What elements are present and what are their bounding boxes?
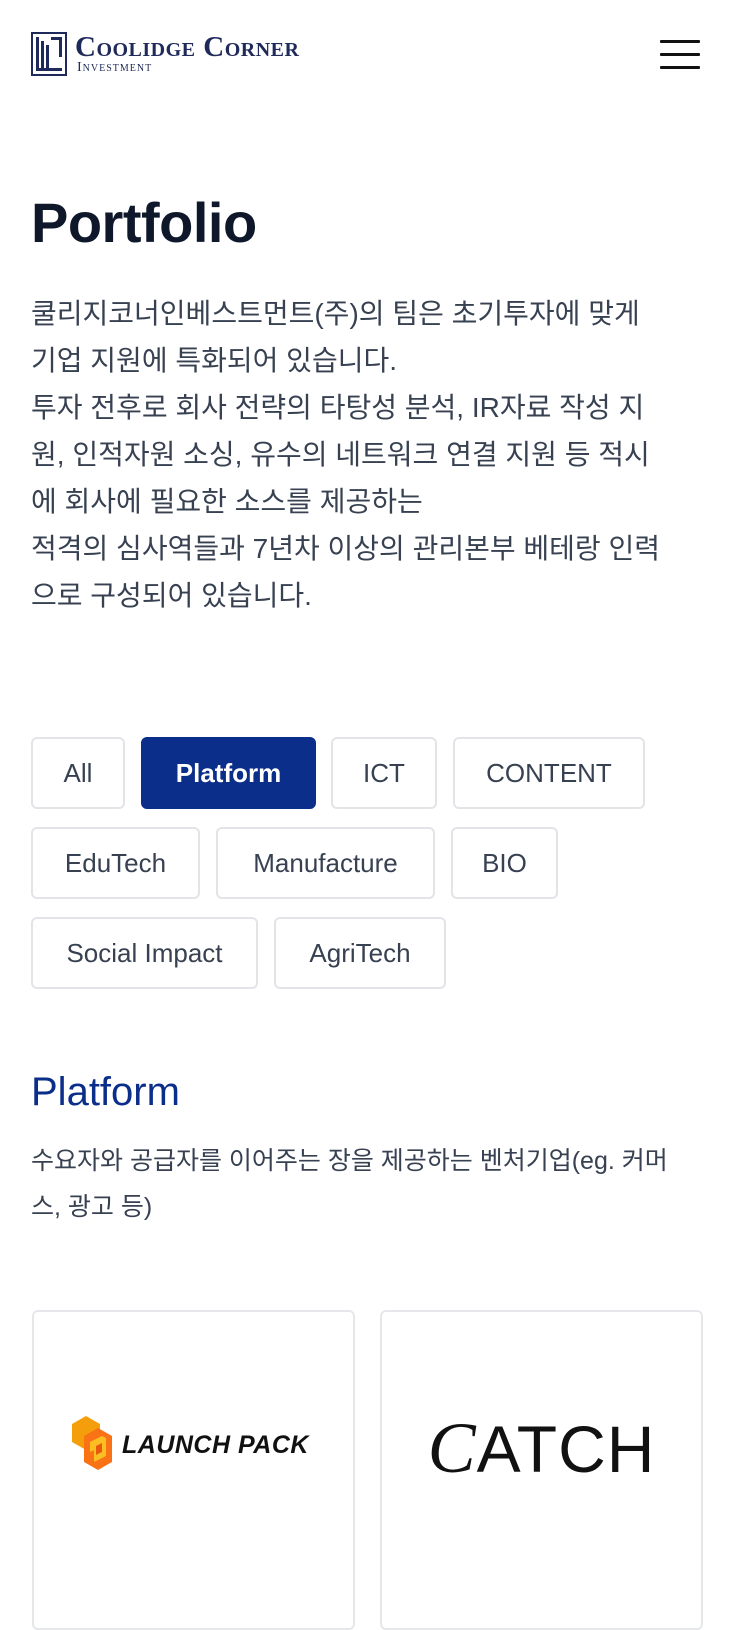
intro-line: 적격의 심사역들과 7년차 이상의 관리본부 베테랑 인력 xyxy=(31,533,660,564)
launchpack-logo: LAUNCH PACK xyxy=(72,1416,309,1474)
company-logo[interactable]: Coolidge Corner Investment xyxy=(31,32,299,76)
filter-platform[interactable]: Platform xyxy=(141,737,316,809)
filter-content[interactable]: CONTENT xyxy=(453,737,645,809)
intro-line: 에 회사에 필요한 소스를 제공하는 xyxy=(31,486,423,517)
menu-bar xyxy=(660,53,700,56)
intro-line: 으로 구성되어 있습니다. xyxy=(31,580,312,611)
section-description: 수요자와 공급자를 이어주는 장을 제공하는 벤처기업(eg. 커머 스, 광고… xyxy=(31,1138,711,1230)
filter-manufacture[interactable]: Manufacture xyxy=(216,827,435,899)
filter-ict[interactable]: ICT xyxy=(331,737,437,809)
launchpack-wordmark: LAUNCH PACK xyxy=(122,1430,309,1459)
logo-text: Coolidge Corner Investment xyxy=(75,31,300,75)
launchpack-mark-icon xyxy=(72,1416,112,1470)
menu-bar xyxy=(660,66,700,69)
logo-company-name: Coolidge Corner xyxy=(75,31,300,63)
catch-logo: CATCH xyxy=(382,1407,701,1490)
page-title: Portfolio xyxy=(31,191,257,254)
logo-company-subtitle: Investment xyxy=(77,60,153,75)
section-desc-line: 수요자와 공급자를 이어주는 장을 제공하는 벤처기업(eg. 커머 xyxy=(31,1147,668,1175)
section-title: Platform xyxy=(31,1070,180,1114)
catch-wordmark: ATCH xyxy=(476,1412,656,1486)
filter-bio[interactable]: BIO xyxy=(451,827,558,899)
intro-line: 원, 인적자원 소싱, 유수의 네트워크 연결 지원 등 적시 xyxy=(31,439,650,470)
portfolio-card-launchpack[interactable]: LAUNCH PACK xyxy=(32,1310,355,1630)
site-header: Coolidge Corner Investment xyxy=(0,0,750,110)
hamburger-menu-icon[interactable] xyxy=(660,40,700,70)
menu-bar xyxy=(660,40,700,43)
intro-line: 투자 전후로 회사 전략의 타탕성 분석, IR자료 작성 지 xyxy=(31,392,645,423)
section-desc-line: 스, 광고 등) xyxy=(31,1193,153,1221)
filter-agritech[interactable]: AgriTech xyxy=(274,917,446,989)
filter-social-impact[interactable]: Social Impact xyxy=(31,917,258,989)
catch-logo-initial: C xyxy=(427,1408,477,1488)
intro-line: 쿨리지코너인베스트먼트(주)의 팀은 초기투자에 맞게 xyxy=(31,298,640,329)
filter-all[interactable]: All xyxy=(31,737,125,809)
portfolio-card-catch[interactable]: CATCH xyxy=(380,1310,703,1630)
intro-line: 기업 지원에 특화되어 있습니다. xyxy=(31,345,397,376)
logo-mark-icon xyxy=(31,32,67,76)
filter-edutech[interactable]: EduTech xyxy=(31,827,200,899)
intro-paragraph: 쿨리지코너인베스트먼트(주)의 팀은 초기투자에 맞게 기업 지원에 특화되어 … xyxy=(31,290,711,619)
